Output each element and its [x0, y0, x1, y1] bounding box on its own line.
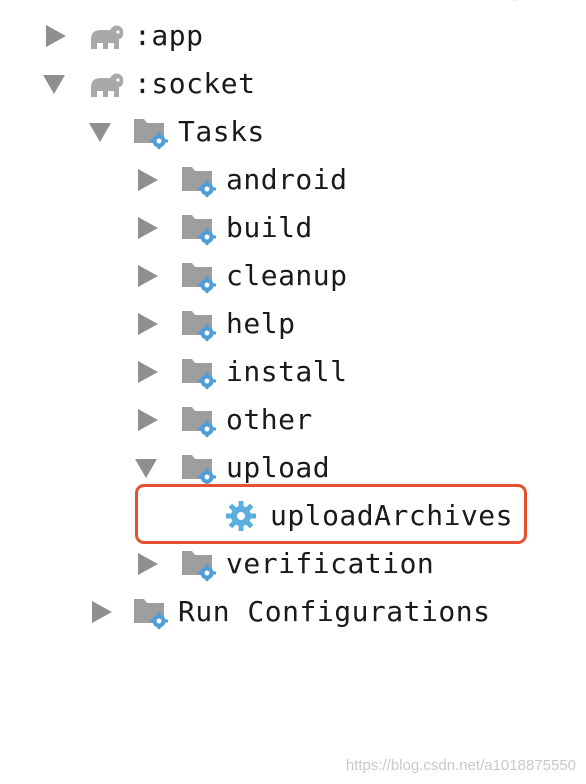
- tree-node-other[interactable]: other: [134, 398, 313, 442]
- tree-node-app[interactable]: :app: [42, 14, 203, 58]
- folder-gear-icon: [180, 403, 218, 437]
- gradle-elephant-icon: [88, 67, 126, 101]
- folder-gear-icon: [132, 595, 170, 629]
- folder-gear-icon: [180, 211, 218, 245]
- folder-gear-icon: [180, 451, 218, 485]
- node-label: Tasks: [178, 115, 265, 148]
- top-cut-icon-fragment: [95, 0, 115, 6]
- expand-arrow-icon[interactable]: [134, 549, 160, 579]
- node-label: other: [226, 403, 313, 436]
- node-label: verification: [226, 547, 435, 580]
- expand-arrow-icon[interactable]: [134, 405, 160, 435]
- tree-node-uploadArchives[interactable]: uploadArchives: [224, 494, 513, 538]
- tree-node-tasks[interactable]: Tasks: [88, 110, 265, 154]
- node-label: uploadArchives: [270, 499, 514, 532]
- expand-arrow-icon[interactable]: [134, 357, 160, 387]
- folder-gear-icon: [180, 259, 218, 293]
- gradle-elephant-icon: [88, 19, 126, 53]
- collapse-arrow-icon[interactable]: [42, 69, 68, 99]
- expand-arrow-icon[interactable]: [134, 213, 160, 243]
- tree-node-verification[interactable]: verification: [134, 542, 434, 586]
- expand-arrow-icon[interactable]: [42, 21, 68, 51]
- node-label: android: [226, 163, 348, 196]
- collapse-arrow-icon[interactable]: [88, 117, 114, 147]
- top-cut-fragment: [500, 0, 560, 6]
- node-label: build: [226, 211, 313, 244]
- node-label: :app: [134, 19, 204, 52]
- tree-node-help[interactable]: help: [134, 302, 295, 346]
- folder-gear-icon: [180, 355, 218, 389]
- gear-icon: [224, 499, 260, 533]
- folder-gear-icon: [180, 547, 218, 581]
- tree-node-build[interactable]: build: [134, 206, 313, 250]
- folder-gear-icon: [180, 307, 218, 341]
- tree-node-cleanup[interactable]: cleanup: [134, 254, 348, 298]
- node-label: help: [226, 307, 296, 340]
- expand-arrow-icon[interactable]: [88, 597, 114, 627]
- expand-arrow-icon[interactable]: [134, 309, 160, 339]
- tree-node-socket[interactable]: :socket: [42, 62, 256, 106]
- tree-node-android[interactable]: android: [134, 158, 348, 202]
- collapse-arrow-icon[interactable]: [134, 453, 160, 483]
- expand-arrow-icon[interactable]: [134, 261, 160, 291]
- folder-gear-icon: [180, 163, 218, 197]
- node-label: install: [226, 355, 348, 388]
- node-label: :socket: [134, 67, 256, 100]
- expand-arrow-icon[interactable]: [134, 165, 160, 195]
- tree-node-install[interactable]: install: [134, 350, 348, 394]
- tree-node-run-configurations[interactable]: Run Configurations: [88, 590, 490, 634]
- folder-gear-icon: [132, 115, 170, 149]
- watermark: https://blog.csdn.net/a1018875550: [345, 757, 576, 774]
- node-label: Run Configurations: [178, 595, 491, 628]
- node-label: cleanup: [226, 259, 348, 292]
